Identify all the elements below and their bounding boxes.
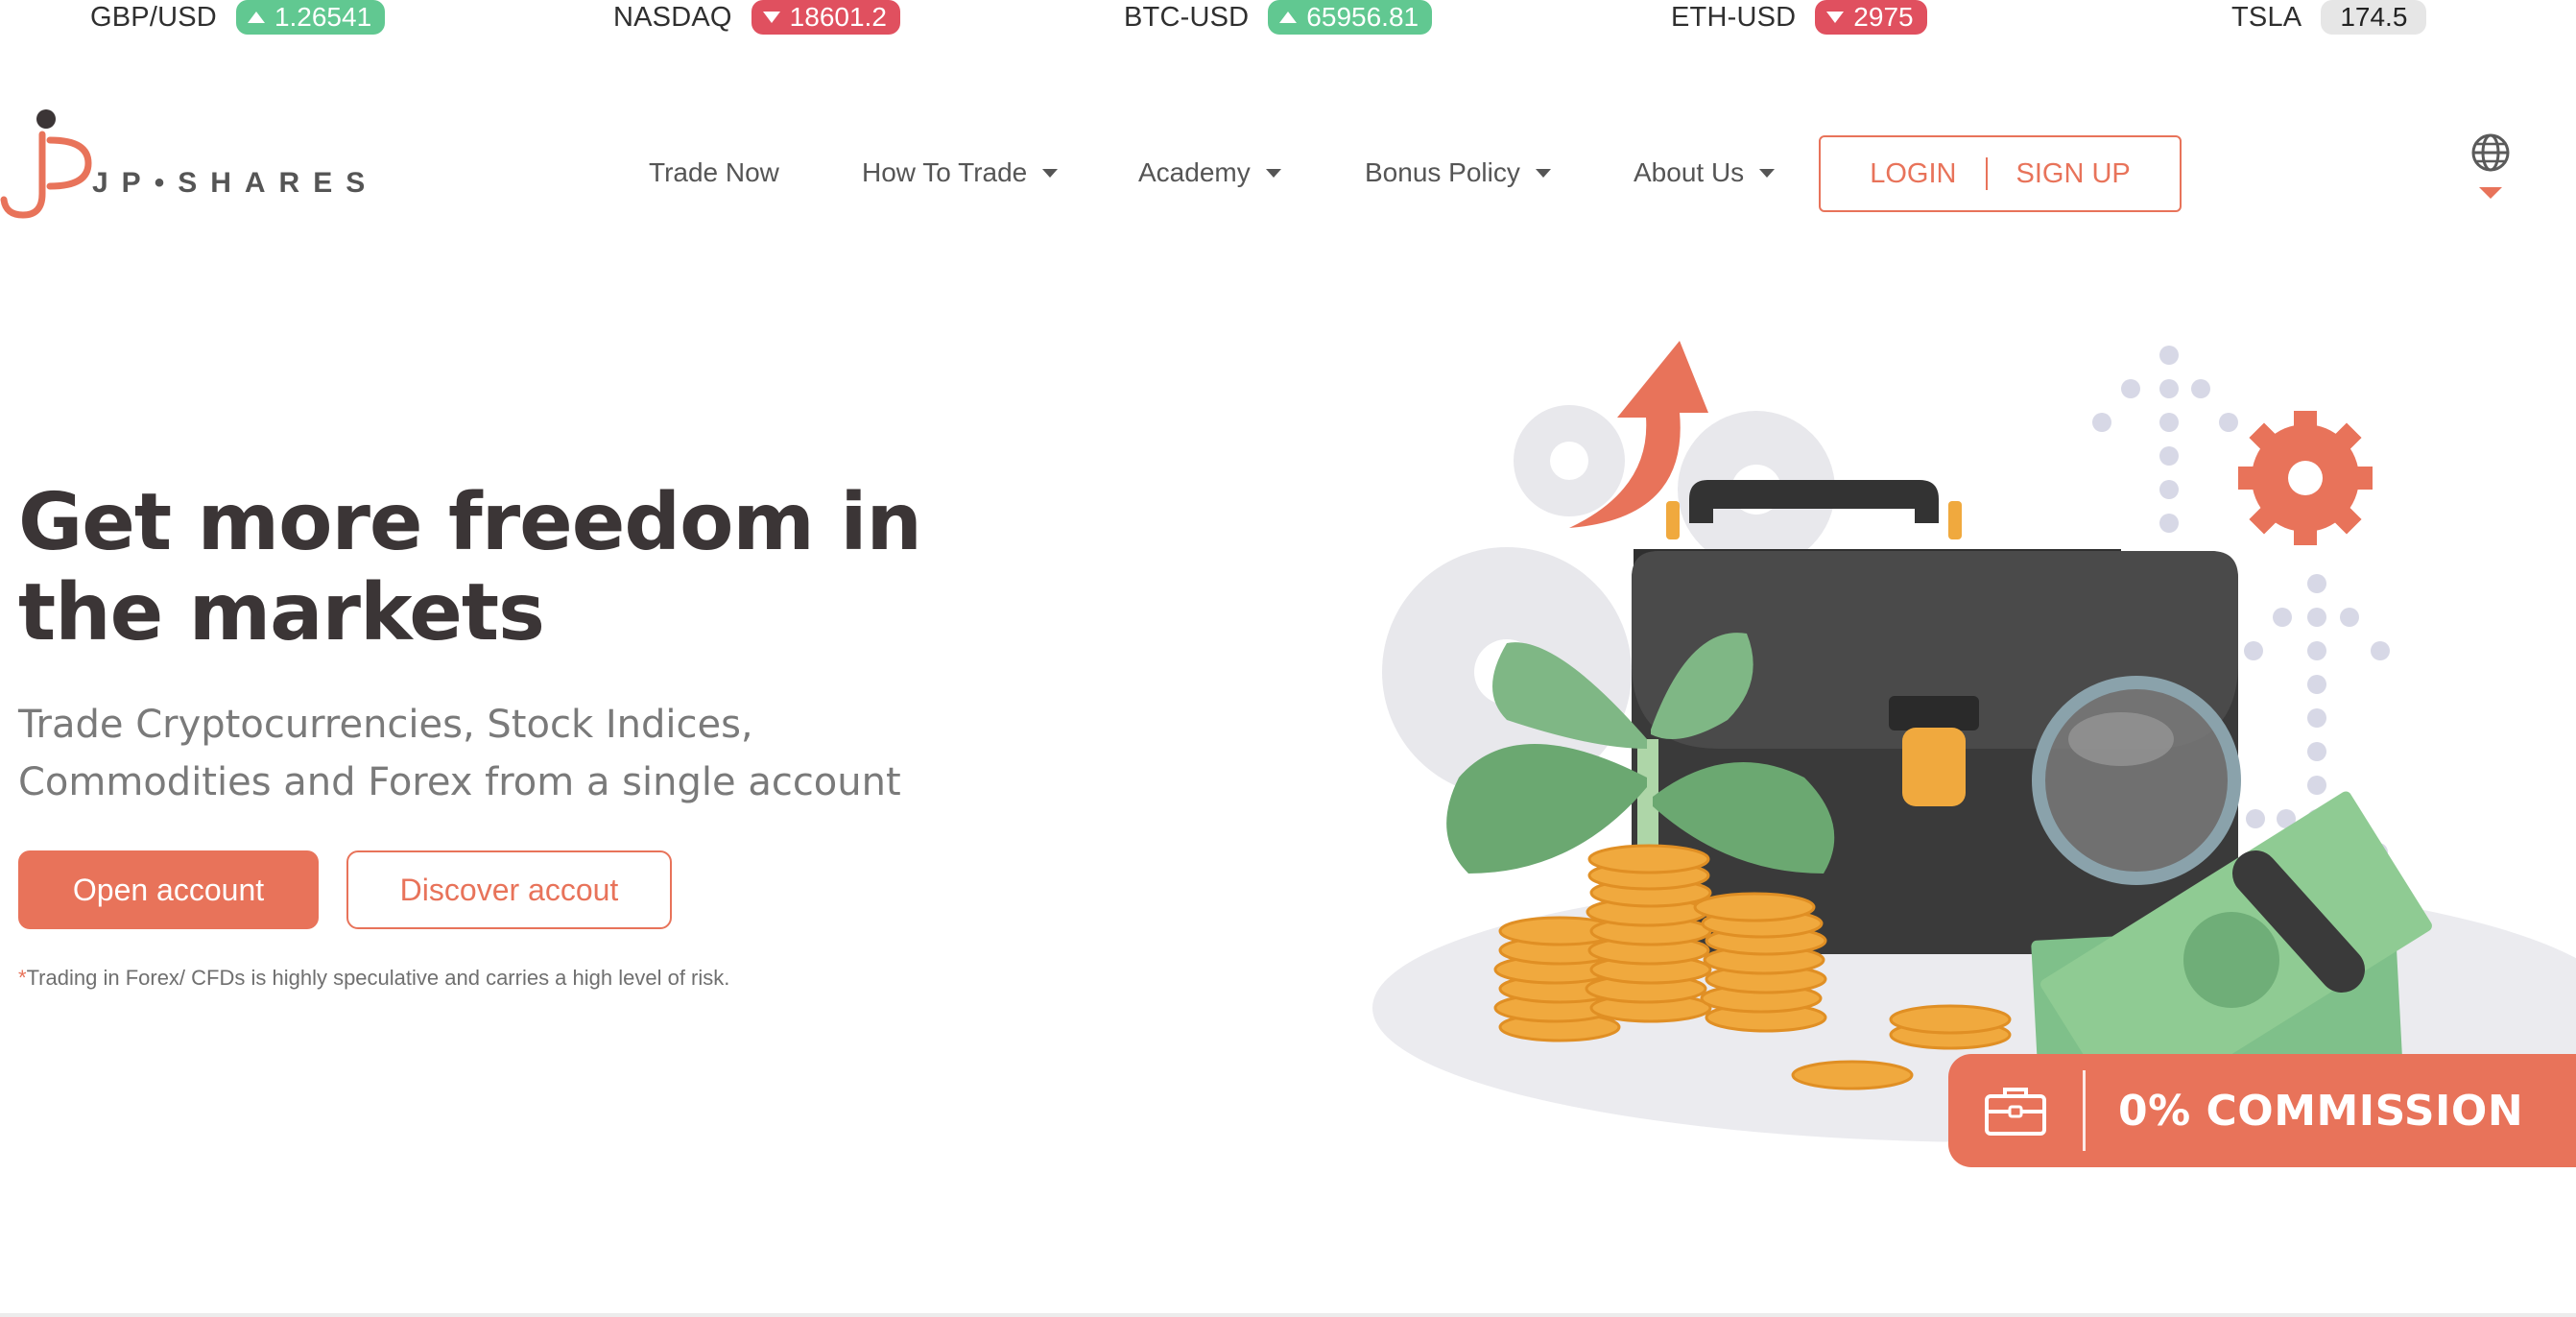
ticker-symbol: NASDAQ (613, 1, 732, 33)
ticker-item[interactable]: ETH-USD 2975 (1671, 0, 1927, 35)
market-ticker: GBP/USD 1.26541 NASDAQ 18601.2 BTC-USD 6… (0, 0, 2576, 38)
auth-box: LOGIN SIGN UP (1819, 135, 2182, 212)
ticker-symbol: BTC-USD (1124, 1, 1250, 33)
chevron-down-icon (1535, 168, 1551, 178)
open-account-button[interactable]: Open account (18, 850, 319, 929)
section-divider (0, 1313, 2576, 1317)
brand-wordmark: JP•SHARES (92, 167, 379, 199)
jp-monogram-icon (0, 109, 92, 219)
ticker-price-badge: 2975 (1815, 0, 1927, 35)
ticker-price: 2975 (1853, 2, 1914, 32)
commission-text: 0% COMMISSION (2118, 1086, 2524, 1136)
chevron-down-icon (1759, 168, 1776, 178)
nav-label: Trade Now (649, 157, 779, 187)
language-dropdown-caret-icon[interactable] (2479, 187, 2502, 199)
ticker-symbol: ETH-USD (1671, 1, 1797, 33)
signup-button[interactable]: SIGN UP (2016, 158, 2131, 190)
ticker-price-badge: 18601.2 (751, 0, 900, 35)
orange-gear-decoration (2238, 411, 2373, 545)
nav-item-how-to-trade[interactable]: How To Trade (862, 157, 1059, 188)
briefcase-icon (1948, 1054, 2083, 1167)
hero-title-highlight: freedom (448, 477, 820, 568)
ticker-item[interactable]: BTC-USD 65956.81 (1124, 0, 1433, 35)
nav-label: Academy (1138, 157, 1251, 187)
ticker-price: 65956.81 (1306, 2, 1419, 32)
risk-disclaimer: *Trading in Forex/ CFDs is highly specul… (18, 966, 729, 991)
nav-item-trade-now[interactable]: Trade Now (649, 157, 779, 188)
arrow-up-icon (247, 12, 265, 23)
disclaimer-text: Trading in Forex/ CFDs is highly specula… (26, 966, 730, 990)
nav-item-bonus-policy[interactable]: Bonus Policy (1365, 157, 1551, 188)
nav-label: About Us (1634, 157, 1745, 187)
auth-divider (1985, 157, 1988, 190)
hero-title-part1: Get more (18, 477, 449, 568)
globe-icon[interactable] (2471, 133, 2510, 172)
nav-label: How To Trade (862, 157, 1028, 187)
commission-badge: 0% COMMISSION (1948, 1054, 2576, 1167)
ticker-item[interactable]: NASDAQ 18601.2 (613, 0, 900, 35)
discover-account-button[interactable]: Discover accout (346, 850, 672, 929)
ticker-price-badge: 1.26541 (235, 0, 386, 35)
chevron-down-icon (1265, 168, 1281, 178)
ticker-price: 174.5 (2340, 2, 2408, 32)
login-button[interactable]: LOGIN (1870, 158, 1956, 190)
ticker-price: 1.26541 (274, 2, 372, 32)
arrow-down-icon (762, 12, 780, 23)
badge-divider (2083, 1070, 2086, 1151)
ticker-price-badge: 174.5 (2321, 0, 2427, 35)
disclaimer-asterisk: * (18, 966, 27, 990)
hero-title: Get more freedom in the markets (18, 478, 978, 658)
arrow-down-icon (1826, 12, 1845, 23)
brand-logo[interactable]: JP•SHARES (0, 108, 384, 225)
hero-subtitle: Trade Cryptocurrencies, Stock Indices, C… (18, 703, 901, 804)
nav-item-academy[interactable]: Academy (1138, 157, 1281, 188)
chevron-down-icon (1042, 168, 1059, 178)
ticker-price-badge: 65956.81 (1268, 0, 1433, 35)
ticker-item[interactable]: GBP/USD 1.26541 (90, 0, 386, 35)
ticker-item[interactable]: TSLA 174.5 (2231, 0, 2427, 35)
ticker-symbol: TSLA (2231, 1, 2302, 33)
ticker-symbol: GBP/USD (90, 1, 217, 33)
arrow-up-icon (1279, 12, 1298, 23)
nav-item-about-us[interactable]: About Us (1634, 157, 1776, 188)
ticker-price: 18601.2 (789, 2, 887, 32)
nav-label: Bonus Policy (1365, 157, 1520, 187)
